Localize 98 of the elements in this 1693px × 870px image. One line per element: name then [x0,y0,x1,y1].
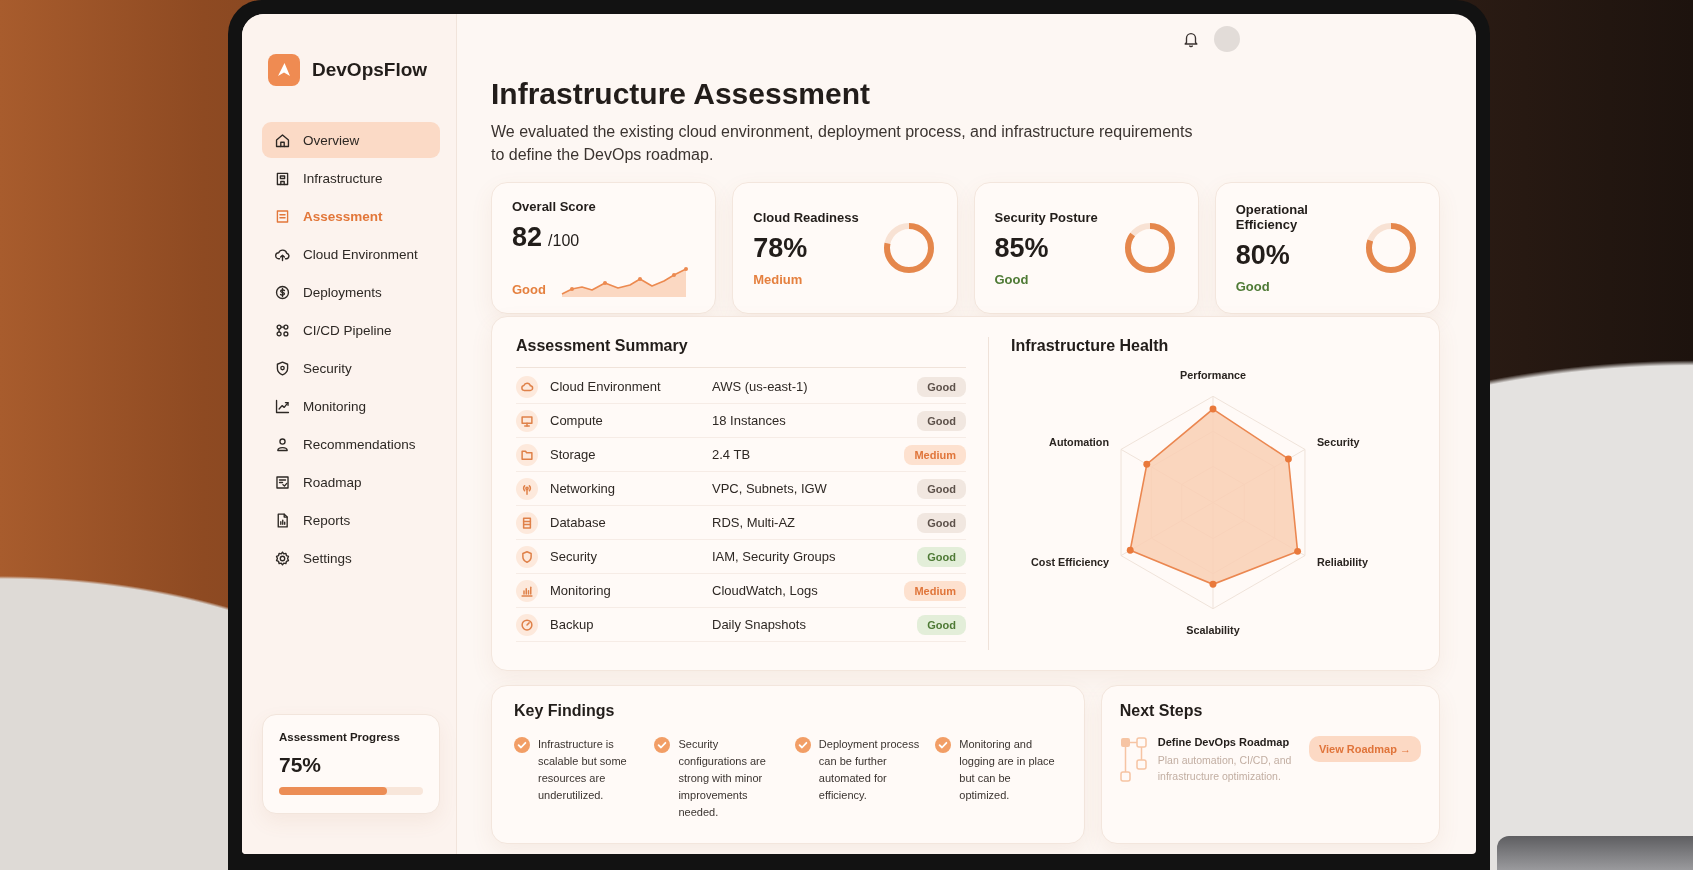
row-label: Storage [550,447,596,462]
folder-icon [516,443,538,466]
nav-item[interactable]: Security [262,350,440,386]
row-value: VPC, Subnets, IGW [712,481,827,496]
status-label: Medium [753,271,803,287]
nav-item[interactable]: Settings [262,540,440,576]
settings-icon [274,549,291,567]
score-value: 85% [994,232,1049,264]
nav-item[interactable]: Infrastructure [262,160,440,196]
nav-item[interactable]: Deployments [262,274,440,310]
row-label: Networking [550,481,616,496]
finding-text: Monitoring and logging are in place but can be optimized. [959,737,1056,803]
page-title: Infrastructure Assessment [491,76,871,112]
person-icon [274,435,291,453]
nav-item[interactable]: CI/CD Pipeline [262,312,440,348]
row-label: Compute [550,413,603,428]
nav-item[interactable]: Recommendations [262,426,440,462]
row-value: AWS (us-east-1) [712,379,808,394]
logo-icon [268,54,300,86]
finding-text: Infrastructure is scalable but some resources are underutilized. [538,737,628,803]
status-badge: Good [917,410,966,431]
score-value: 78% [753,232,808,264]
step-title: Define DevOps Roadmap [1157,736,1290,748]
bar-chart-icon [516,579,538,602]
card-title: Operational Efficiency [1235,202,1309,232]
status-badge: Medium [904,580,966,601]
row-value: RDS, Multi-AZ [712,515,796,530]
row-label: Backup [550,617,594,632]
score-value: 82 [512,222,543,253]
card-title: Cloud Readiness [753,209,859,225]
finding-text: Deployment process can be further automated for efficiency. [818,737,921,803]
axis-label: Cost Efficiency [1031,556,1110,569]
coin-icon [274,283,291,301]
nav-item[interactable]: Cloud Environment [262,236,440,272]
radar-point [1126,546,1134,554]
step-description: Plan automation, CI/CD, and infrastructure optimization. [1157,753,1293,784]
nav-item[interactable]: Reports [262,502,440,538]
check-icon [514,737,530,753]
axis-label: Reliability [1316,556,1368,569]
section-title: Assessment Summary [516,337,966,368]
score-suffix: /100 [548,232,580,250]
flow-diagram-icon [1119,736,1150,782]
nav-item[interactable]: Roadmap [262,464,440,500]
radar-point [1294,547,1302,555]
finding-text: Security configurations are strong with minor improvements needed. [678,737,767,820]
gauge-icon [516,613,538,636]
check-icon [794,737,811,753]
section-title: Infrastructure Health [1011,337,1169,355]
axis-label: Performance [1180,368,1246,381]
progress-value: 75% [279,753,322,777]
status-badge: Good [917,614,966,635]
app-name: DevOpsFlow [312,59,428,81]
radar-point [1209,405,1217,413]
nav-item[interactable]: Overview [262,122,440,158]
database-icon [516,511,538,534]
checklist-icon [274,473,291,491]
row-value: 18 Instances [712,413,786,428]
row-value: CloudWatch, Logs [712,583,818,598]
card-title: Security Posture [994,209,1098,225]
row-value: 2.4 TB [712,447,751,462]
row-value: IAM, Security Groups [712,549,836,564]
monitor-icon [516,409,538,432]
row-value: Daily Snapshots [712,617,806,632]
status-badge: Good [917,478,966,499]
shield-icon [516,545,538,568]
row-label: Cloud Environment [550,379,661,394]
status-badge: Good [917,512,966,533]
status-label: Good [512,282,546,297]
document-icon [274,207,291,225]
radar-point [1143,460,1151,468]
status-badge: Good [917,546,966,567]
axis-label: Scalability [1186,624,1240,637]
axis-label: Automation [1049,436,1110,449]
radar-point [1209,580,1217,588]
status-badge: Good [917,376,966,397]
section-title: Key Findings [514,702,615,720]
shield-icon [274,359,291,377]
antenna-icon [516,477,538,500]
card-title: Overall Score [512,199,596,214]
check-icon [935,737,952,753]
score-value: 80% [1235,240,1290,271]
nav-item[interactable]: Monitoring [262,388,440,424]
status-badge: Medium [904,444,966,465]
home-icon [274,131,291,149]
radar-point [1285,455,1292,463]
row-label: Monitoring [550,583,611,598]
check-icon [654,737,671,753]
progress-title: Assessment Progress [279,731,400,743]
row-label: Database [550,515,606,530]
cloud-icon [516,375,538,398]
axis-label: Security [1316,436,1360,449]
page-description: We evaluated the existing cloud environment, deployment process, and infrastructure requirements to define the DevOps roadmap. [491,122,1194,165]
trend-chart-icon [274,397,291,415]
bell-icon[interactable] [1182,30,1200,48]
section-title: Next Steps [1119,702,1203,720]
status-label: Good [1235,279,1270,294]
status-label: Good [994,271,1029,287]
row-label: Security [550,549,597,564]
